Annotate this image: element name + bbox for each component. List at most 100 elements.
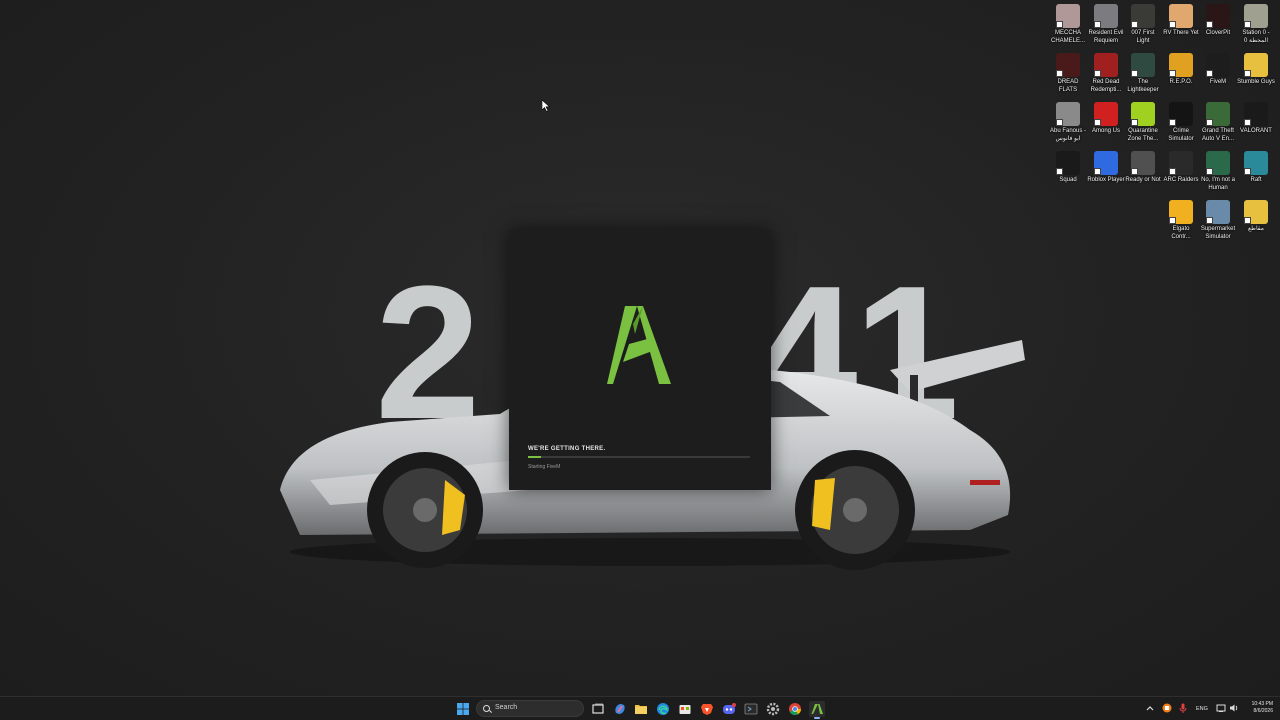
app-icon — [1244, 102, 1268, 126]
shortcut-arrow-icon — [1131, 21, 1138, 28]
desktop-icon-label: FiveM — [1209, 79, 1227, 85]
chrome-icon[interactable] — [787, 701, 803, 717]
copilot-icon[interactable] — [612, 701, 628, 717]
shortcut-arrow-icon — [1244, 119, 1251, 126]
desktop-icon-label: Resident Evil Requiem — [1088, 30, 1124, 44]
edge-icon[interactable] — [655, 701, 671, 717]
desktop-icon[interactable]: Quarantine Zone The... — [1124, 102, 1162, 143]
desktop-icon[interactable]: The Lightkeeper — [1124, 53, 1162, 94]
desktop-icon[interactable]: Resident Evil Requiem — [1087, 4, 1125, 45]
app-icon — [1169, 102, 1193, 126]
app-icon — [1206, 102, 1230, 126]
desktop-icon[interactable]: Raft — [1237, 151, 1275, 185]
task-view-icon[interactable] — [590, 701, 606, 717]
app-icon — [1056, 102, 1080, 126]
desktop-icon[interactable]: Red Dead Redempti... — [1087, 53, 1125, 94]
shortcut-arrow-icon — [1131, 70, 1138, 77]
volume-icon[interactable] — [1228, 702, 1240, 714]
microphone-icon[interactable] — [1177, 702, 1189, 714]
desktop-icon[interactable]: Station 0 - المحطة 0 — [1237, 4, 1275, 45]
desktop-icon[interactable]: DREAD FLATS — [1049, 53, 1087, 94]
launcher-substatus-text: Starting FiveM — [528, 464, 561, 470]
store-icon[interactable] — [677, 701, 693, 717]
shortcut-arrow-icon — [1169, 119, 1176, 126]
shortcut-arrow-icon — [1169, 168, 1176, 175]
desktop-icon-label: Elgato Contr... — [1171, 226, 1191, 240]
shortcut-arrow-icon — [1131, 168, 1138, 175]
taskbar-clock[interactable]: 10:43 PM 8/6/2026 — [1243, 701, 1273, 715]
shortcut-arrow-icon — [1206, 217, 1213, 224]
tray-app-icon[interactable] — [1161, 702, 1173, 714]
desktop-icon-label: R.E.P.O. — [1169, 79, 1193, 85]
shortcut-arrow-icon — [1206, 70, 1213, 77]
desktop-icon[interactable]: Crime Simulator — [1162, 102, 1200, 143]
app-icon — [1131, 53, 1155, 77]
desktop-icon[interactable]: Abu Fanous - ابو فانوس — [1049, 102, 1087, 143]
app-icon — [1206, 53, 1230, 77]
desktop-icon[interactable]: VALORANT — [1237, 102, 1275, 136]
app-icon — [1169, 151, 1193, 175]
settings-icon[interactable] — [765, 701, 781, 717]
desktop-icon[interactable]: Stumble Guys — [1237, 53, 1275, 87]
app-icon — [1244, 200, 1268, 224]
shortcut-arrow-icon — [1131, 119, 1138, 126]
app-icon — [1244, 4, 1268, 28]
desktop-icon-label: مقاطع — [1247, 226, 1265, 232]
discord-icon[interactable] — [721, 701, 737, 717]
desktop-icon[interactable]: Elgato Contr... — [1162, 200, 1200, 241]
fivem-logo-icon — [607, 306, 671, 384]
desktop-icon[interactable]: مقاطع — [1237, 200, 1275, 234]
desktop-icon[interactable]: Supermarket Simulator — [1199, 200, 1237, 241]
app-icon — [1056, 4, 1080, 28]
desktop-icon[interactable]: CloverPit — [1199, 4, 1237, 38]
desktop-icon[interactable]: Among Us — [1087, 102, 1125, 136]
desktop-icon[interactable]: MECCHA CHAMELE... — [1049, 4, 1087, 45]
fivem-icon[interactable] — [809, 701, 825, 717]
app-icon — [1094, 53, 1118, 77]
desktop-icon[interactable]: Ready or Not — [1124, 151, 1162, 185]
desktop-icon[interactable]: R.E.P.O. — [1162, 53, 1200, 87]
desktop-icon[interactable]: Roblox Player — [1087, 151, 1125, 185]
language-indicator[interactable]: ENG — [1196, 706, 1208, 712]
shortcut-arrow-icon — [1094, 168, 1101, 175]
fivem-launcher-window: WE'RE GETTING THERE. Starting FiveM — [509, 230, 771, 490]
network-icon[interactable] — [1215, 702, 1227, 714]
app-icon — [1206, 151, 1230, 175]
app-icon — [1244, 53, 1268, 77]
shortcut-arrow-icon — [1056, 21, 1063, 28]
desktop-icon-label: Abu Fanous - ابو فانوس — [1049, 128, 1087, 142]
desktop-icon-label: Squad — [1059, 177, 1077, 183]
launcher-progress-bar — [528, 456, 750, 458]
terminal-icon[interactable] — [743, 701, 759, 717]
start-icon[interactable] — [455, 701, 471, 717]
shortcut-arrow-icon — [1056, 168, 1063, 175]
app-icon — [1056, 151, 1080, 175]
app-icon — [1131, 102, 1155, 126]
shortcut-arrow-icon — [1169, 217, 1176, 224]
desktop-icon[interactable]: ARC Raiders — [1162, 151, 1200, 185]
desktop-icon[interactable]: No, I'm not a Human — [1199, 151, 1237, 192]
desktop-icon-label: Crime Simulator — [1168, 128, 1194, 142]
brave-icon[interactable] — [699, 701, 715, 717]
desktop-icon-label: RV There Yet — [1163, 30, 1199, 36]
file-explorer-icon[interactable] — [633, 701, 649, 717]
app-icon — [1169, 4, 1193, 28]
shortcut-arrow-icon — [1094, 70, 1101, 77]
desktop-icon-label: CloverPit — [1205, 30, 1231, 36]
shortcut-arrow-icon — [1206, 168, 1213, 175]
desktop-icon-label: Raft — [1250, 177, 1262, 183]
desktop-icon-label: MECCHA CHAMELE... — [1050, 30, 1085, 44]
clock-date: 8/6/2026 — [1253, 708, 1273, 714]
desktop-icon[interactable]: RV There Yet — [1162, 4, 1200, 38]
fivem-active-indicator — [814, 717, 820, 719]
chevron-up-icon[interactable] — [1144, 702, 1156, 714]
desktop-icon-label: Roblox Player — [1087, 177, 1125, 183]
taskbar-search-box[interactable]: Search — [476, 700, 584, 717]
desktop-icon[interactable]: FiveM — [1199, 53, 1237, 87]
shortcut-arrow-icon — [1169, 21, 1176, 28]
desktop-icon[interactable]: Grand Theft Auto V En... — [1199, 102, 1237, 143]
app-icon — [1206, 200, 1230, 224]
desktop-icon[interactable]: 007 First Light — [1124, 4, 1162, 45]
desktop[interactable]: 2 41 MECCHA CHAMELE... Resident Evil Requ… — [0, 0, 1280, 696]
desktop-icon[interactable]: Squad — [1049, 151, 1087, 185]
